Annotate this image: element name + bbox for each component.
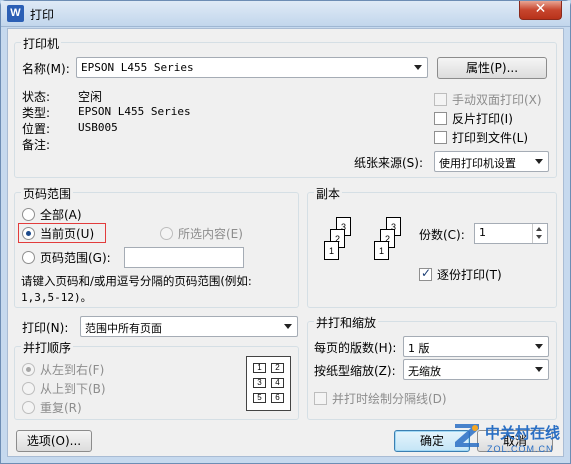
paper-source-value: 使用打印机设置 — [439, 157, 516, 170]
chevron-down-icon — [535, 344, 543, 349]
chevron-down-icon — [284, 324, 292, 329]
draw-borders-label: 并打时绘制分隔线(D) — [332, 392, 447, 406]
printer-name-select[interactable]: EPSON L455 Series — [76, 57, 428, 78]
comment-label: 备注: — [22, 138, 51, 152]
scale-label: 按纸型缩放(Z): — [314, 364, 396, 378]
order-repeat-label: 重复(R) — [40, 401, 82, 415]
zol-logo-icon — [455, 424, 479, 447]
range-current-page-radio[interactable] — [22, 227, 35, 240]
pages-per-sheet-select[interactable]: 1 版 — [403, 336, 549, 357]
chevron-down-icon — [414, 65, 422, 70]
print-dialog: W 打印 ✕ 打印机 名称(M): EPSON L455 Series 属性(P… — [0, 0, 571, 464]
dialog-body: 打印机 名称(M): EPSON L455 Series 属性(P)... 状态… — [7, 28, 564, 457]
collate-label: 逐份打印(T) — [437, 268, 502, 282]
range-hint-line1: 请键入页码和/或用逗号分隔的页码范围(例如: — [21, 274, 252, 288]
order-left-to-right-radio[interactable] — [22, 363, 35, 376]
pages-per-sheet-value: 1 版 — [408, 342, 430, 355]
location-value: USB005 — [78, 121, 118, 134]
reverse-print-label: 反片打印(I) — [452, 112, 513, 126]
wps-writer-icon: W — [7, 5, 24, 22]
manual-duplex-checkbox[interactable] — [434, 93, 447, 106]
options-button[interactable]: 选项(O)... — [16, 430, 92, 452]
status-value: 空闲 — [78, 90, 103, 104]
stack-page: 1 — [324, 241, 339, 260]
printer-group-title: 打印机 — [21, 35, 62, 52]
order-top-to-bottom-radio[interactable] — [22, 382, 35, 395]
order-left-to-right-label: 从左到右(F) — [40, 363, 105, 377]
printer-name-label: 名称(M): — [22, 62, 70, 76]
zoom-group-title: 并打和缩放 — [314, 314, 379, 331]
range-pages-radio[interactable] — [22, 251, 35, 264]
title-bar[interactable]: W 打印 ✕ — [1, 1, 570, 27]
print-what-label: 打印(N): — [22, 321, 69, 335]
chevron-down-icon — [535, 159, 543, 164]
copies-label: 份数(C): — [419, 228, 465, 242]
range-selection-label: 所选内容(E) — [178, 227, 243, 241]
chevron-down-icon — [535, 367, 543, 372]
location-label: 位置: — [22, 122, 51, 136]
spin-up-icon[interactable] — [536, 227, 542, 231]
pages-per-sheet-label: 每页的版数(H): — [314, 341, 397, 355]
paper-source-select[interactable]: 使用打印机设置 — [434, 151, 549, 172]
range-hint-line2: 1,3,5-12)。 — [21, 291, 92, 304]
print-to-file-checkbox[interactable] — [434, 131, 447, 144]
collate-checkbox[interactable] — [419, 266, 432, 281]
range-pages-label: 页码范围(G): — [40, 251, 111, 265]
reverse-print-checkbox[interactable] — [434, 112, 447, 125]
close-button[interactable]: ✕ — [519, 1, 562, 20]
page-range-input[interactable] — [124, 247, 244, 268]
preview-cell: 6 — [271, 393, 284, 403]
preview-cell: 5 — [253, 393, 266, 403]
uncollated-stack-icon: 3 2 1 — [316, 217, 356, 273]
scale-select[interactable]: 无缩放 — [403, 359, 549, 380]
order-repeat-radio[interactable] — [22, 401, 35, 414]
watermark-brand-cn: 中关村在线 — [485, 424, 561, 442]
zol-watermark: 中关村在线 ZOL.COM.CN — [453, 419, 563, 459]
window-title: 打印 — [30, 8, 55, 22]
order-top-to-bottom-label: 从上到下(B) — [40, 382, 106, 396]
properties-button[interactable]: 属性(P)... — [437, 57, 547, 79]
print-what-value: 范围中所有页面 — [85, 322, 162, 335]
range-all-label: 全部(A) — [40, 208, 82, 222]
copies-group-title: 副本 — [314, 185, 343, 202]
order-group-title: 并打顺序 — [21, 339, 74, 356]
range-selection-radio[interactable] — [160, 227, 173, 240]
stack-page: 1 — [374, 241, 389, 260]
print-what-select[interactable]: 范围中所有页面 — [80, 316, 298, 337]
copies-stepper[interactable]: 1 — [474, 223, 548, 244]
copies-spin-buttons[interactable] — [532, 224, 546, 243]
collated-stack-icon: 3 2 1 — [366, 217, 406, 273]
preview-cell: 3 — [253, 378, 266, 388]
printer-name-value: EPSON L455 Series — [81, 61, 194, 74]
order-preview: 1 2 3 4 5 6 — [246, 356, 291, 411]
range-current-page-label: 当前页(U) — [40, 227, 95, 241]
paper-source-label: 纸张来源(S): — [354, 156, 424, 170]
page-range-group-title: 页码范围 — [21, 185, 74, 202]
preview-cell: 1 — [253, 363, 266, 373]
status-label: 状态: — [22, 90, 51, 104]
range-all-radio[interactable] — [22, 208, 35, 221]
spin-down-icon[interactable] — [536, 235, 542, 239]
preview-cell: 2 — [271, 363, 284, 373]
type-value: EPSON L455 Series — [78, 105, 191, 118]
watermark-brand-en: ZOL.COM.CN — [487, 444, 554, 454]
draw-borders-checkbox[interactable] — [314, 392, 327, 405]
manual-duplex-label: 手动双面打印(X) — [452, 93, 542, 107]
copies-value: 1 — [479, 226, 486, 239]
type-label: 类型: — [22, 106, 51, 120]
print-to-file-label: 打印到文件(L) — [452, 131, 529, 145]
preview-cell: 4 — [271, 378, 284, 388]
scale-value: 无缩放 — [408, 365, 441, 378]
